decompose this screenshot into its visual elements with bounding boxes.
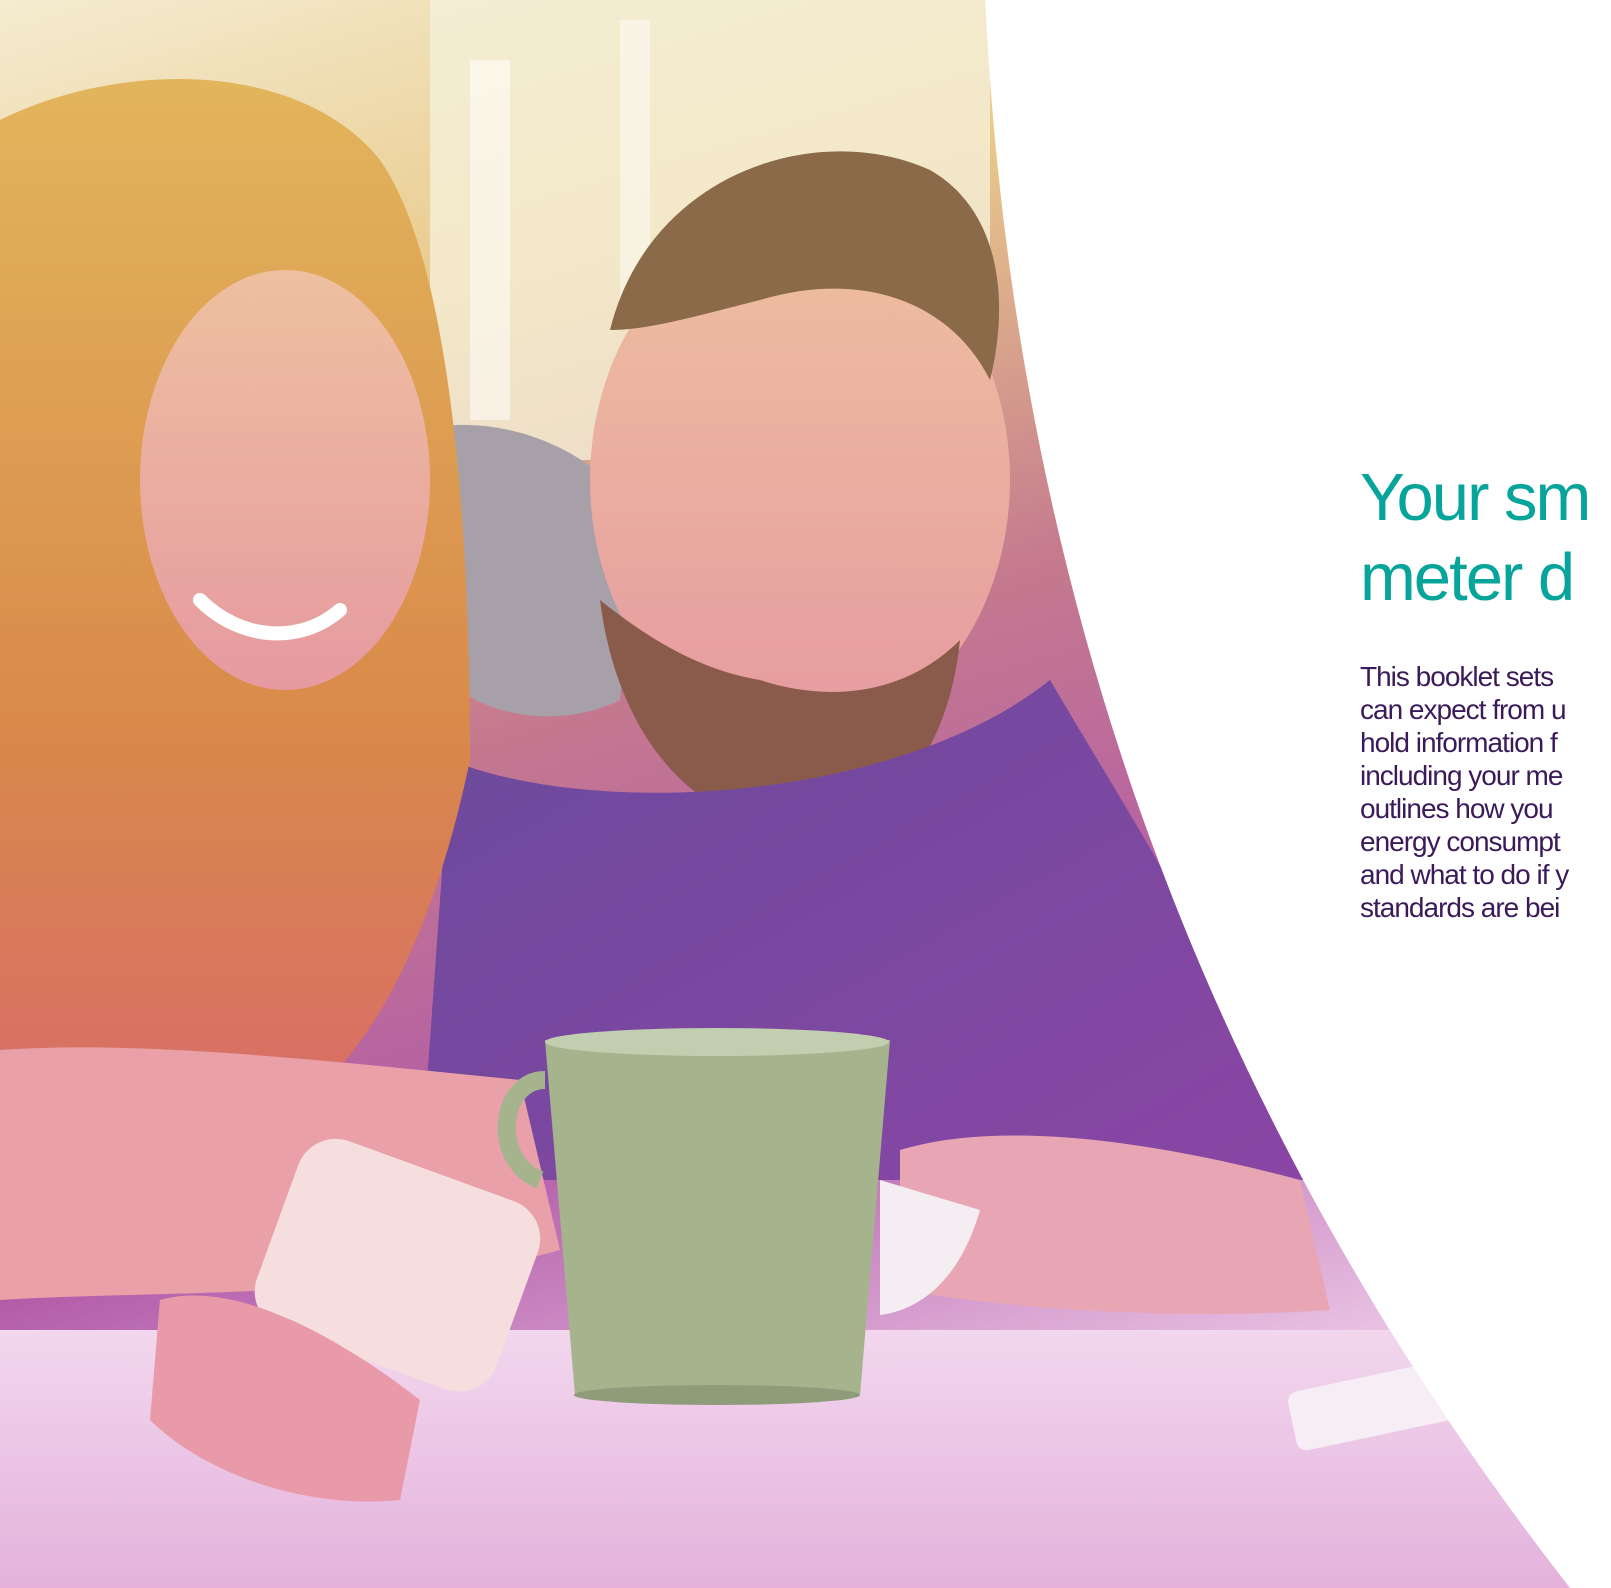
intro-text-panel: Your sm meter d This booklet sets can ex… — [1360, 458, 1611, 924]
intro-line-4: including your me — [1360, 760, 1563, 791]
intro-line-6: energy consumpt — [1360, 826, 1561, 857]
intro-line-8: standards are bei — [1360, 892, 1560, 923]
heading-line-1: Your sm — [1360, 460, 1591, 535]
intro-line-3: hold information f — [1360, 727, 1558, 758]
heading-line-2: meter d — [1360, 540, 1575, 615]
intro-paragraph: This booklet sets can expect from u hold… — [1360, 660, 1611, 924]
intro-line-7: and what to do if y — [1360, 859, 1569, 890]
intro-line-2: can expect from u — [1360, 694, 1567, 725]
page-heading: Your sm meter d — [1360, 458, 1611, 618]
intro-line-5: outlines how you — [1360, 793, 1554, 824]
booklet-cover-page: Your sm meter d This booklet sets can ex… — [0, 0, 1611, 1588]
intro-line-1: This booklet sets — [1360, 661, 1554, 692]
